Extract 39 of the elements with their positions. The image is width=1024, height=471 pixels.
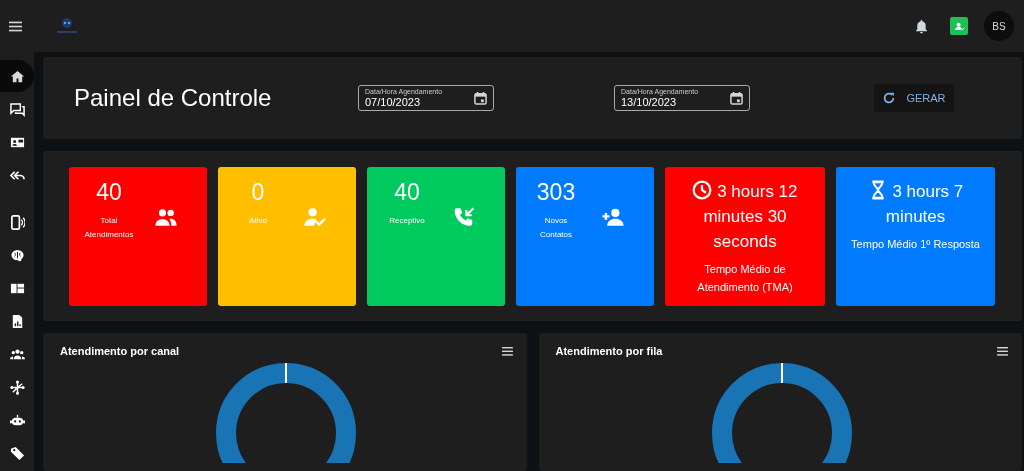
tag-icon	[9, 445, 25, 461]
chart-title: Atendimento por fila	[555, 345, 663, 357]
group-icon	[155, 207, 177, 227]
menu-icon[interactable]	[9, 20, 22, 32]
generate-button[interactable]: GERAR	[874, 84, 954, 112]
page-title: Painel de Controle	[74, 84, 273, 112]
stat-value: 3 hours 7 minutes	[885, 182, 964, 226]
stat-value: 40	[394, 179, 420, 206]
home-icon	[9, 68, 25, 84]
stat-label: Tempo Médio de Atendimento (TMA)	[696, 262, 794, 295]
logo-icon	[55, 16, 79, 36]
menu-icon[interactable]	[997, 346, 1008, 356]
chart-title: Atendimento por canal	[60, 345, 180, 357]
robot-icon	[9, 412, 25, 428]
hub-icon	[9, 379, 25, 395]
phone-incoming-icon	[453, 207, 475, 227]
menu-icon[interactable]	[501, 346, 513, 356]
stat-label: Total Atendimentos	[83, 215, 135, 241]
clock-icon	[692, 180, 713, 200]
user-check-icon	[304, 207, 326, 227]
stat-value: 0	[251, 179, 265, 206]
add-user-icon	[602, 207, 624, 227]
notification-bell-icon[interactable]	[915, 18, 928, 34]
refresh-icon	[882, 91, 897, 105]
stat-label: Novos Contatos	[539, 215, 573, 241]
user-status-button[interactable]	[950, 17, 968, 35]
calendar-icon[interactable]	[730, 91, 743, 105]
stat-label: Ativo	[248, 215, 268, 227]
calendar-icon[interactable]	[474, 91, 487, 105]
user-check-icon	[953, 21, 965, 31]
stat-value: 40	[96, 179, 122, 206]
phone-signal-icon	[9, 214, 25, 230]
stat-value: 303	[536, 179, 576, 206]
chat-icon	[9, 101, 25, 117]
user-avatar[interactable]: BS	[984, 11, 1014, 41]
stat-label: Receptivo	[388, 215, 426, 227]
stat-value: 3 hours 12 minutes 30 seconds	[703, 182, 798, 251]
sidebar-item[interactable]	[0, 60, 34, 92]
stat-label: Tempo Médio 1º Resposta	[850, 237, 981, 252]
